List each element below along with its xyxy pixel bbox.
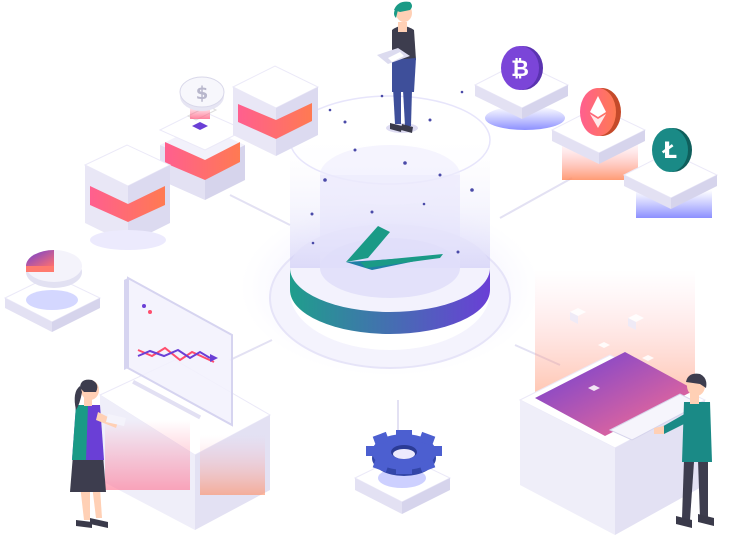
dollar-symbol: $ xyxy=(196,83,209,104)
dollar-coin-icon: $ xyxy=(179,76,225,111)
coin-stack-platform: $ xyxy=(158,76,247,200)
pie-chart-icon xyxy=(26,250,82,288)
litecoin-coin-icon: Ł xyxy=(652,128,692,172)
illustration-canvas: $ ₿ Ł xyxy=(3,1,719,535)
trading-console xyxy=(518,270,707,535)
ethereum-coin-icon xyxy=(580,88,621,136)
data-block-left xyxy=(83,144,172,250)
bitcoin-platform: ₿ xyxy=(473,46,570,130)
litecoin-symbol: Ł xyxy=(662,139,677,164)
bitcoin-coin-icon: ₿ xyxy=(501,46,543,90)
pie-chart-platform xyxy=(3,250,102,332)
analytics-desk xyxy=(98,276,272,530)
bitcoin-symbol: ₿ xyxy=(511,57,529,82)
ethereum-platform xyxy=(550,88,647,180)
gear-platform xyxy=(353,430,452,514)
isometric-crypto-illustration: $ ₿ Ł xyxy=(0,0,736,536)
